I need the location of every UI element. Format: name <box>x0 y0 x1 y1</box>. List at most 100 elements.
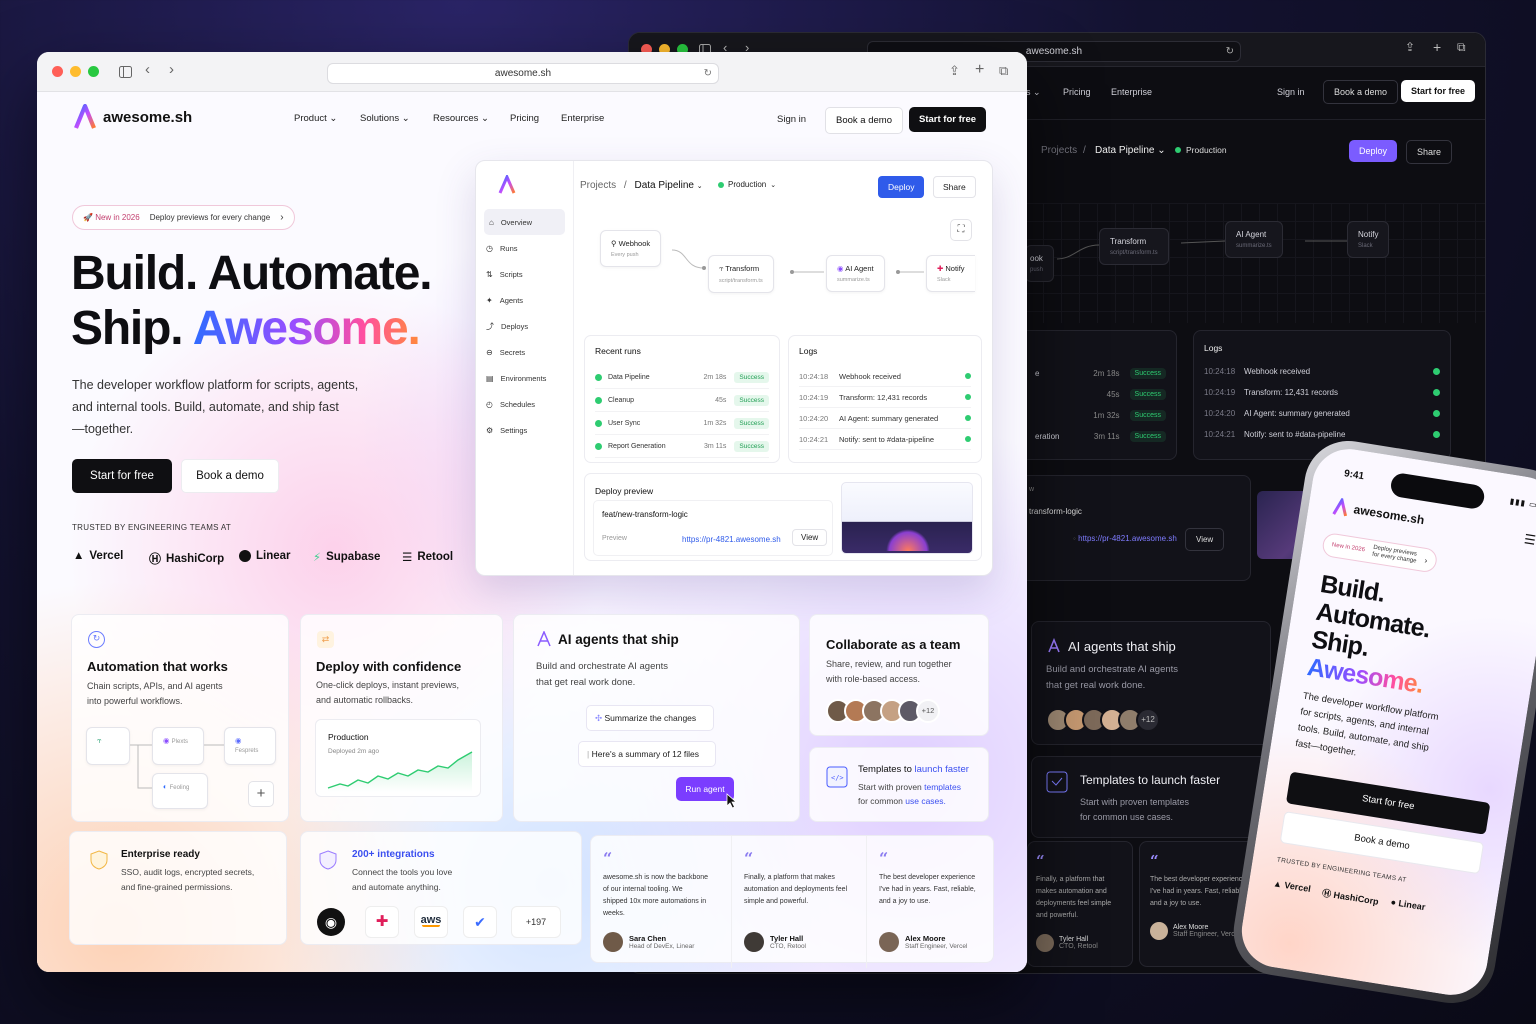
dark-agents-desc: Build and orchestrate AI agents that get … <box>1046 664 1179 691</box>
status-dot <box>718 181 724 188</box>
agent-prompt[interactable]: ✣ Summarize the changes <box>586 705 714 731</box>
dark-nav-enterprise[interactable]: Enterprise <box>1111 87 1152 97</box>
dark-sign-in[interactable]: Sign in <box>1277 87 1305 97</box>
start-free-button[interactable]: Start for free <box>909 107 987 132</box>
dark-start-free-button[interactable]: Start for free <box>1401 80 1476 102</box>
sidebar-toggle-icon[interactable] <box>119 66 132 78</box>
brand-name: awesome.sh <box>103 108 193 126</box>
deploy-chart-card: Production Deployed 2m ago <box>315 719 481 797</box>
more-integrations[interactable]: +197 <box>511 906 561 938</box>
book-demo-button[interactable]: Book a demo <box>825 107 903 134</box>
agents-desc: Build and orchestrate AI agents that get … <box>536 661 669 688</box>
brand-logo[interactable]: awesome.sh <box>73 104 192 130</box>
hero-book-demo-button[interactable]: Book a demo <box>181 459 279 493</box>
check-app-icon[interactable]: ✔ <box>463 906 497 938</box>
reload-icon[interactable]: ↻ <box>1226 42 1234 61</box>
phone-brand[interactable]: awesome.sh <box>1332 496 1426 529</box>
dark-nav-pricing[interactable]: Pricing <box>1063 87 1091 97</box>
nav-enterprise[interactable]: Enterprise <box>561 113 604 124</box>
shield-icon <box>90 850 108 870</box>
github-icon[interactable]: ◉ <box>317 908 345 936</box>
log-row: 10:24:18 Webhook received <box>799 366 971 387</box>
dark-run-row[interactable]: 1m 32s Success <box>1025 405 1176 426</box>
dark-project-name[interactable]: Data Pipeline ⌄ <box>1095 145 1166 156</box>
sign-in-link[interactable]: Sign in <box>777 114 806 125</box>
sidebar-item-environments[interactable]: ▤ Environments <box>476 365 573 391</box>
log-row: 10:24:21 Notify: sent to #data-pipeline <box>799 429 971 450</box>
tabs-overview-icon[interactable]: ⧉ <box>1457 40 1466 55</box>
run-row[interactable]: Cleanup 45s Success <box>595 389 769 412</box>
testimonial-2: “ Finally, a platform that makes automat… <box>731 836 861 968</box>
breadcrumb-project[interactable]: Data Pipeline ⌄ <box>634 180 702 191</box>
hero-start-free-button[interactable]: Start for free <box>72 459 172 493</box>
sidebar-item-runs[interactable]: ◷ Runs <box>476 235 573 261</box>
hashicorp-icon: Ⓗ <box>149 552 162 566</box>
aws-icon[interactable]: aws <box>414 906 448 938</box>
dark-logs-title: Logs <box>1204 343 1223 353</box>
dark-run-row[interactable]: e 2m 18s Success <box>1025 363 1176 384</box>
dark-testimonial-text: Finally, a platform that makes automatio… <box>1036 876 1112 919</box>
nav-solutions[interactable]: Solutions ⌄ <box>360 113 410 124</box>
flow-node-webhook[interactable]: ⚲ Webhook Every push <box>600 230 662 267</box>
hamburger-menu-icon[interactable]: ☰ <box>1523 531 1536 549</box>
new-tab-icon[interactable]: + <box>1433 39 1441 55</box>
dark-preview-title-partial: w <box>1029 486 1035 493</box>
expand-icon[interactable]: ⛶ <box>950 219 972 241</box>
dark-run-row[interactable]: 45s Success <box>1025 384 1176 405</box>
retool-icon: ☰ <box>402 552 413 564</box>
share-icon[interactable]: ⇪ <box>949 63 960 79</box>
dark-deploy-button[interactable]: Deploy <box>1349 140 1398 162</box>
add-node-button[interactable]: + <box>248 781 274 807</box>
deploy-button[interactable]: Deploy <box>878 176 925 198</box>
share-icon[interactable]: ⇪ <box>1405 40 1415 54</box>
forward-icon[interactable]: › <box>169 61 174 78</box>
templates-icon: </> <box>826 766 848 788</box>
dark-share-button[interactable]: Share <box>1406 140 1453 164</box>
dark-url-text: awesome.sh <box>1025 46 1083 57</box>
recent-runs-card: Recent runs Data Pipeline 2m 18s Success C… <box>584 335 780 463</box>
announcement-pill[interactable]: 🚀 New in 2026 Deploy previews for every … <box>72 205 295 230</box>
sidebar-item-secrets[interactable]: ⊖ Secrets <box>476 339 573 365</box>
collab-title: Collaborate as a team <box>826 637 961 652</box>
agents-icon: ✦ <box>486 295 493 305</box>
sidebar-item-overview[interactable]: ⌂ Overview <box>484 209 565 235</box>
phone-announcement-pill[interactable]: New in 2026 Deploy previews for every cha… <box>1321 531 1439 574</box>
dark-run-row[interactable]: eration 3m 11s Success <box>1025 426 1176 447</box>
dark-testimonial-author: Tyler Hall CTO, Retool <box>1028 926 1132 960</box>
sidebar-item-scripts[interactable]: ⇅ Scripts <box>476 261 573 287</box>
testimonial-1: “ awesome.sh is now the backbone of our … <box>591 836 721 968</box>
reload-icon[interactable]: ↻ <box>704 64 712 83</box>
nav-resources[interactable]: Resources ⌄ <box>433 113 489 124</box>
dark-flow-node-notify[interactable]: Notify Slack <box>1347 221 1390 258</box>
tabs-overview-icon[interactable]: ⧉ <box>999 63 1008 79</box>
run-row[interactable]: Data Pipeline 2m 18s Success <box>595 366 769 389</box>
linear-icon <box>239 550 251 562</box>
dark-breadcrumb-root[interactable]: Projects <box>1041 145 1077 156</box>
nav-product[interactable]: Product ⌄ <box>294 113 337 124</box>
sidebar-item-settings[interactable]: ⚙ Settings <box>476 417 573 443</box>
dark-book-demo-button[interactable]: Book a demo <box>1323 80 1399 104</box>
window-controls[interactable] <box>52 66 99 77</box>
dark-view-button[interactable]: View <box>1185 528 1225 551</box>
new-tab-icon[interactable]: + <box>975 61 984 79</box>
view-button[interactable]: View <box>792 529 828 546</box>
share-button[interactable]: Share <box>933 176 976 198</box>
breadcrumb-projects[interactable]: Projects <box>580 180 616 191</box>
preview-thumbnail <box>841 482 973 554</box>
run-row[interactable]: User Sync 1m 32s Success <box>595 412 769 435</box>
sidebar-item-agents[interactable]: ✦ Agents <box>476 287 573 313</box>
breadcrumb: Projects / Data Pipeline ⌄ <box>580 180 703 191</box>
avatar-more: +12 <box>1136 708 1160 732</box>
run-row[interactable]: Report Generation 3m 11s Success <box>595 435 769 458</box>
dark-preview-url[interactable]: ◦ https://pr-4821.awesome.sh <box>1073 534 1177 543</box>
nav-pricing[interactable]: Pricing <box>510 113 539 124</box>
back-icon[interactable]: ‹ <box>145 61 150 78</box>
preview-url-link[interactable]: https://pr-4821.awesome.sh <box>682 535 781 544</box>
dark-env-name[interactable]: Production <box>1186 145 1227 155</box>
environment-selector[interactable]: Production ⌄ <box>718 180 776 189</box>
sidebar-item-deploys[interactable]: ⤴ Deploys <box>476 313 573 339</box>
address-bar[interactable]: awesome.sh ↻ <box>327 63 719 84</box>
deploy-env: Production <box>328 732 369 742</box>
slack-icon[interactable]: ✚ <box>365 906 399 938</box>
sidebar-item-schedules[interactable]: ◴ Schedules <box>476 391 573 417</box>
